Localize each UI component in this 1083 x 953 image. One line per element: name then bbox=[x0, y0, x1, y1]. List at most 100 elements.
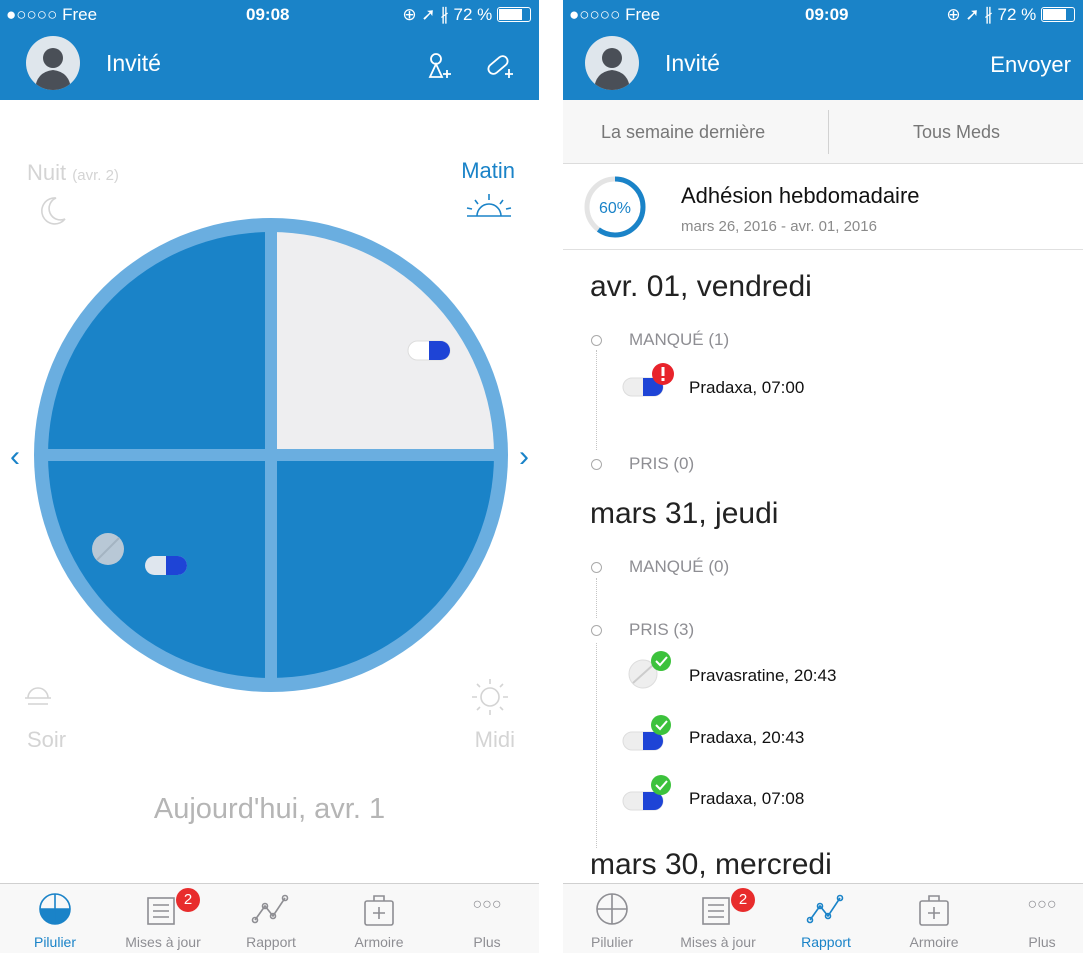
day-heading: mars 30, mercredi bbox=[590, 848, 832, 881]
timeline-dot bbox=[591, 335, 602, 346]
status-bar: ●○○○○ Free 09:08 ⊕ ➚ ∦ 72 % bbox=[0, 0, 539, 32]
taken-section-label: PRIS (0) bbox=[629, 454, 695, 473]
missed-section-label: MANQUÉ (0) bbox=[629, 557, 730, 576]
send-button[interactable]: Envoyer bbox=[990, 52, 1071, 78]
app-header: Invité Envoyer bbox=[563, 32, 1083, 100]
lock-icon: ⊕ bbox=[946, 5, 961, 24]
updates-badge: 2 bbox=[176, 888, 200, 912]
cabinet-icon bbox=[917, 892, 951, 933]
pillbox-icon bbox=[595, 892, 629, 931]
day-heading: mars 31, jeudi bbox=[590, 497, 779, 530]
tablet-taken-icon bbox=[621, 650, 679, 695]
status-bar: ●○○○○ Free 09:09 ⊕ ➚ ∦ 72 % bbox=[563, 0, 1083, 32]
app-header: Invité bbox=[0, 32, 539, 100]
tab-label: Armoire bbox=[909, 934, 959, 950]
more-icon: ○○○ bbox=[1027, 896, 1057, 913]
bluetooth-icon: ∦ bbox=[984, 5, 993, 24]
missed-section-label: MANQUÉ (1) bbox=[629, 330, 730, 349]
timeline-line bbox=[596, 578, 597, 618]
morning-label: Matin bbox=[461, 158, 515, 183]
cabinet-icon bbox=[362, 892, 396, 933]
tab-rapport[interactable]: Rapport bbox=[771, 884, 881, 953]
updates-badge: 2 bbox=[731, 888, 755, 912]
profile-name: Invité bbox=[665, 50, 720, 76]
noon-quadrant[interactable] bbox=[271, 455, 494, 678]
night-quadrant[interactable] bbox=[48, 232, 271, 455]
tab-label: Rapport bbox=[801, 934, 851, 950]
avatar[interactable] bbox=[26, 36, 80, 90]
bluetooth-icon: ∦ bbox=[440, 5, 449, 24]
report-screen: ●○○○○ Free 09:09 ⊕ ➚ ∦ 72 % Invité Envoy… bbox=[563, 0, 1083, 953]
capsule-missed-icon bbox=[621, 362, 679, 405]
tab-label: Plus bbox=[473, 934, 501, 950]
tablet-icon[interactable] bbox=[92, 533, 124, 565]
tab-plus[interactable]: ○○○ Plus bbox=[432, 884, 539, 953]
evening-label: Soir bbox=[27, 727, 67, 752]
next-day-arrow[interactable]: › bbox=[519, 440, 529, 474]
tab-mises-a-jour[interactable]: 2 Mises à jour bbox=[663, 884, 773, 953]
weekly-adherence-card[interactable]: 60% Adhésion hebdomadaire mars 26, 2016 … bbox=[563, 164, 1083, 250]
med-entry[interactable]: Pradaxa, 07:00 bbox=[689, 378, 804, 398]
segment-divider bbox=[828, 110, 829, 154]
add-pill-icon[interactable] bbox=[484, 50, 516, 85]
capsule-taken-icon bbox=[621, 774, 679, 819]
tab-pilulier[interactable]: Pilulier bbox=[0, 884, 110, 953]
clock: 09:09 bbox=[805, 5, 849, 24]
tab-pilulier[interactable]: Pilulier bbox=[563, 884, 667, 953]
tab-label: Rapport bbox=[246, 934, 296, 950]
more-icon: ○○○ bbox=[472, 896, 502, 913]
carrier-label: ●○○○○ Free bbox=[6, 5, 98, 24]
battery-percent: 72 % bbox=[997, 5, 1037, 24]
filter-last-week[interactable]: La semaine dernière bbox=[601, 122, 765, 143]
night-label: Nuit (avr. 2) bbox=[27, 160, 119, 185]
current-date-label: Aujourd'hui, avr. 1 bbox=[153, 793, 386, 825]
adherence-title: Adhésion hebdomadaire bbox=[681, 183, 920, 208]
capsule-taken-icon bbox=[621, 714, 679, 759]
tab-bar: Pilulier 2 Mises à jour Rapport Armoire … bbox=[563, 883, 1083, 953]
tab-plus[interactable]: ○○○ Plus bbox=[987, 884, 1083, 953]
day-heading: avr. 01, vendredi bbox=[590, 270, 812, 303]
pillbox-screen: ●○○○○ Free 09:08 ⊕ ➚ ∦ 72 % Invité Nuit … bbox=[0, 0, 539, 953]
battery-percent: 72 % bbox=[453, 5, 493, 24]
tab-rapport[interactable]: Rapport bbox=[216, 884, 326, 953]
tab-mises-a-jour[interactable]: 2 Mises à jour bbox=[108, 884, 218, 953]
timeline-dot bbox=[591, 459, 602, 470]
tab-label: Pilulier bbox=[590, 934, 633, 950]
capsule-icon[interactable] bbox=[145, 556, 187, 575]
tab-armoire[interactable]: Armoire bbox=[324, 884, 434, 953]
filter-all-meds[interactable]: Tous Meds bbox=[913, 122, 1000, 143]
med-entry[interactable]: Pradaxa, 20:43 bbox=[689, 728, 804, 748]
status-right: ⊕ ➚ ∦ 72 % bbox=[402, 5, 531, 25]
location-icon: ➚ bbox=[965, 5, 980, 24]
carrier-label: ●○○○○ Free bbox=[569, 5, 661, 24]
adherence-range: mars 26, 2016 - avr. 01, 2016 bbox=[681, 218, 877, 235]
status-right: ⊕ ➚ ∦ 72 % bbox=[946, 5, 1075, 25]
tab-label: Pilulier bbox=[33, 934, 76, 950]
taken-section-label: PRIS (3) bbox=[629, 620, 695, 639]
tab-armoire[interactable]: Armoire bbox=[879, 884, 989, 953]
previous-day-arrow[interactable]: ‹ bbox=[10, 440, 20, 474]
tab-label: Mises à jour bbox=[125, 934, 201, 950]
clock: 09:08 bbox=[246, 5, 290, 24]
add-user-icon[interactable] bbox=[424, 50, 454, 85]
report-icon bbox=[251, 892, 291, 931]
med-entry[interactable]: Pravasratine, 20:43 bbox=[689, 666, 836, 686]
timeline-dot bbox=[591, 562, 602, 573]
adherence-percent: 60% bbox=[598, 200, 632, 217]
med-entry[interactable]: Pradaxa, 07:08 bbox=[689, 789, 804, 809]
tab-bar: Pilulier 2 Mises à jour Rapport Armoire … bbox=[0, 883, 539, 953]
morning-quadrant[interactable] bbox=[271, 232, 494, 455]
tab-label: Plus bbox=[1028, 934, 1056, 950]
pillbox-icon bbox=[38, 892, 72, 931]
battery-icon bbox=[497, 7, 531, 22]
pillbox-wheel[interactable] bbox=[31, 215, 511, 695]
filter-segments: La semaine dernière Tous Meds bbox=[563, 100, 1083, 164]
tab-label: Armoire bbox=[354, 934, 404, 950]
tab-label: Mises à jour bbox=[680, 934, 756, 950]
screenshot-divider bbox=[539, 0, 563, 953]
capsule-icon[interactable] bbox=[407, 340, 451, 361]
timeline-line bbox=[596, 350, 597, 450]
timeline-line bbox=[596, 643, 597, 848]
battery-icon bbox=[1041, 7, 1075, 22]
avatar[interactable] bbox=[585, 36, 639, 90]
